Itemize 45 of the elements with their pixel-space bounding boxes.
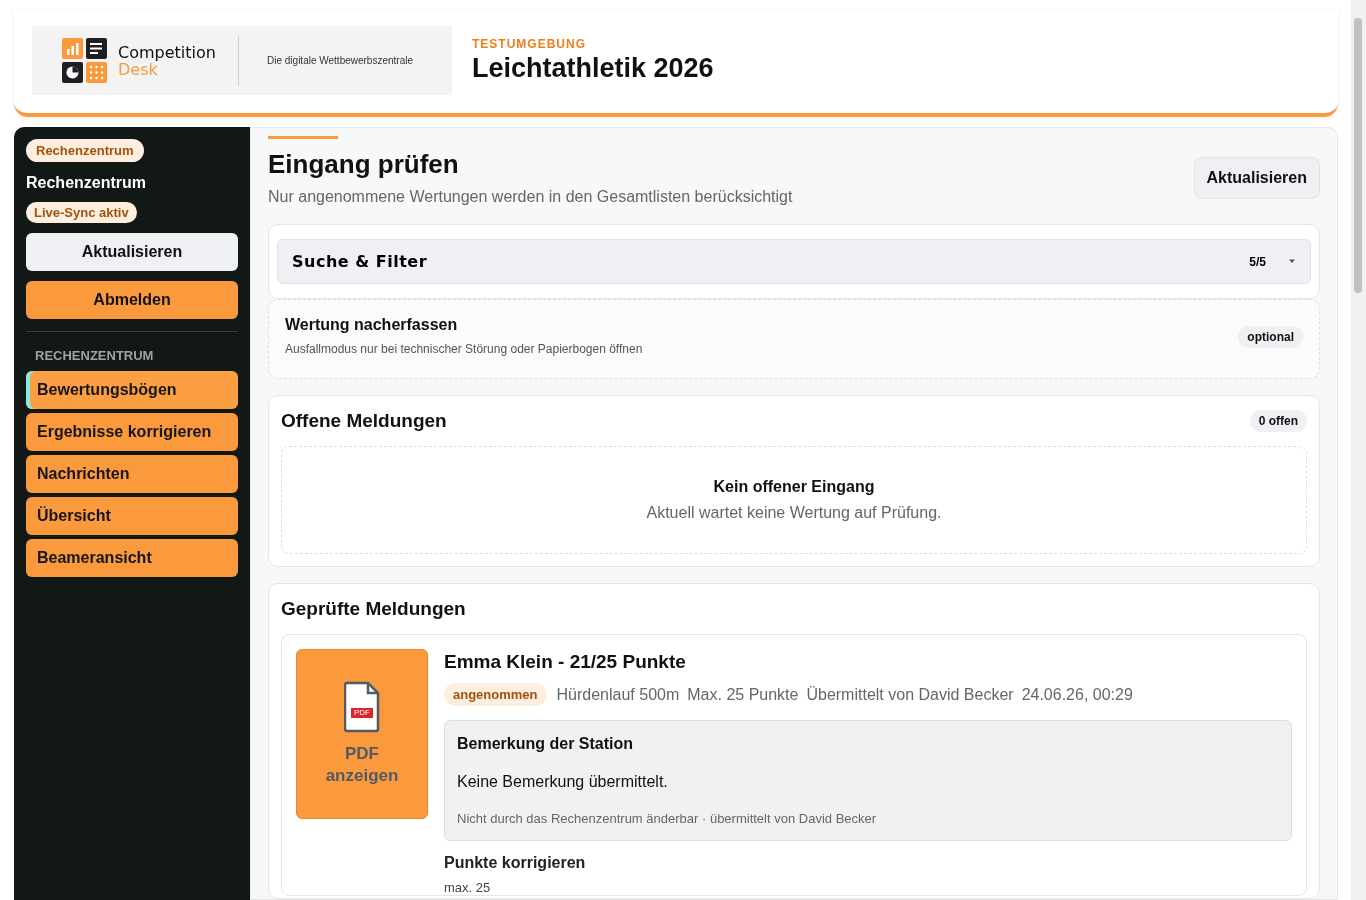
pdf-tag: PDF [351,708,373,718]
filter-count: 5/5 [1249,254,1266,269]
meta-text: Max. 25 Punkte [687,685,799,704]
role-badge: Rechenzentrum [26,139,144,162]
page-subtitle: Nur angenommene Wertungen werden in den Gesamtlisten berücksichtigt [268,188,793,206]
remark-title: Bemerkung der Station [457,735,635,753]
logo-text: Desk [118,60,158,78]
remark-note: Nicht durch das Rechenzentrum änderbar · übermittelt von David Becker [457,811,878,826]
refresh-button[interactable]: Aktualisieren [26,233,238,271]
empty-state-text: Aktuell wartet keine Wertung auf Prüfung. [646,504,942,522]
field-label: Punkte korrigieren [444,854,587,872]
meta-text: 24.06.26, 00:29 [1021,685,1133,704]
section-title: Geprüfte Meldungen [281,598,466,619]
filter-toggle[interactable]: Suche & Filter 5/5 [277,239,1311,284]
sidebar-item[interactable]: Beameransicht [26,539,238,577]
status-badge: angenommen [444,683,547,706]
sidebar-item[interactable]: Bewertungsbögen [26,371,238,409]
card-title: Wertung nacherfassen [285,316,459,334]
page-title: Eingang prüfen [268,149,460,180]
environment-label: TESTUMGEBUNG [472,37,587,51]
sidebar-item[interactable]: Übersicht [26,497,238,535]
user-name: Rechenzentrum [26,174,147,192]
empty-state-title: Kein offener Eingang [713,478,875,496]
remark-text: Keine Bemerkung übermittelt. [457,773,669,791]
manual-entry-card[interactable]: Wertung nacherfassen Ausfallmodus nur bei technischer Störung oder Papierbogen öffnen optional [268,299,1320,379]
logout-button[interactable]: Abmelden [26,281,238,319]
sync-badge: Live-Sync aktiv [26,202,137,223]
count-badge: 0 offen [1249,410,1307,432]
sidebar-item[interactable]: Ergebnisse korrigieren [26,413,238,451]
section-title: Offene Meldungen [281,410,447,432]
tagline: Die digitale Wettbewerbszentrale [267,55,413,66]
refresh-button[interactable]: Aktualisieren [1193,157,1320,199]
entry-title: Emma Klein - 21/25 Punkte [444,651,687,673]
filter-label: Suche & Filter [292,252,429,271]
logo-icon [62,37,108,84]
section-heading: RECHENZENTRUM [35,348,154,363]
logo-text: Competition [118,43,217,61]
meta-text: Hürdenlauf 500m [556,685,680,704]
card-description: Ausfallmodus nur bei technischer Störung oder Papierbogen öffnen [285,342,643,356]
app-title: Leichtathletik 2026 [472,53,714,84]
max-label: max. 25 [444,880,492,895]
pdf-button[interactable]: PDF PDF anzeigen [296,649,428,819]
meta-text: Übermittelt von David Becker [806,685,1014,704]
optional-badge: optional [1238,326,1303,348]
sidebar-item[interactable]: Nachrichten [26,455,238,493]
